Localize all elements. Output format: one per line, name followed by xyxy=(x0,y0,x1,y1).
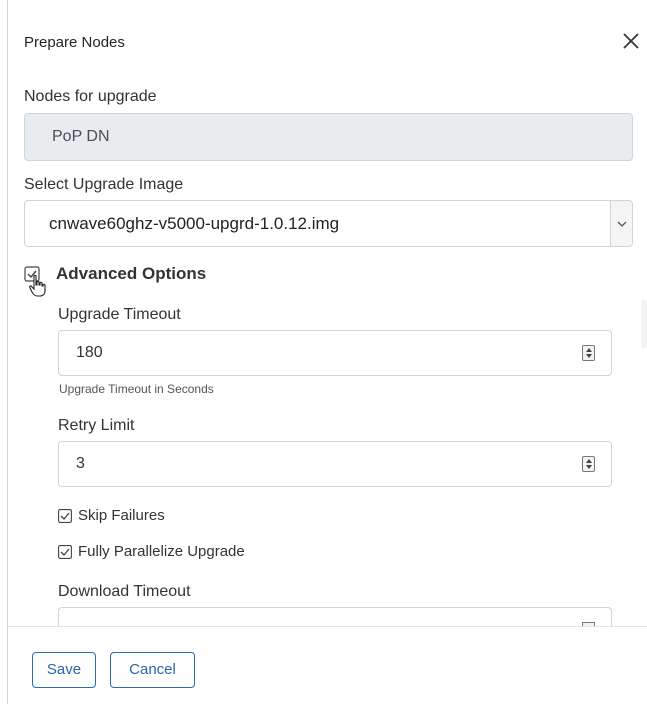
advanced-options-label: Advanced Options xyxy=(56,264,207,283)
cancel-button[interactable]: Cancel xyxy=(110,652,195,688)
modal-title: Prepare Nodes xyxy=(24,34,125,51)
scrollbar-track[interactable] xyxy=(641,300,647,348)
upgrade-timeout-label: Upgrade Timeout xyxy=(58,306,181,323)
chevron-down-icon xyxy=(617,221,627,227)
retry-limit-label: Retry Limit xyxy=(58,417,135,434)
upgrade-timeout-value: 180 xyxy=(76,344,103,361)
nodes-label: Nodes for upgrade xyxy=(24,88,157,105)
dropdown-arrow[interactable] xyxy=(610,201,632,246)
parallelize-checkbox[interactable] xyxy=(58,544,72,559)
skip-failures-checkbox[interactable] xyxy=(58,508,72,523)
upgrade-timeout-spinner[interactable] xyxy=(582,345,595,361)
upgrade-timeout-input[interactable]: 180 xyxy=(58,330,612,376)
upgrade-image-value: cnwave60ghz-v5000-upgrd-1.0.12.img xyxy=(49,214,340,233)
upgrade-image-select[interactable]: cnwave60ghz-v5000-upgrd-1.0.12.img xyxy=(24,200,633,247)
skip-failures-row[interactable]: Skip Failures xyxy=(58,507,165,524)
retry-limit-input[interactable]: 3 xyxy=(58,441,612,487)
image-select-label: Select Upgrade Image xyxy=(24,176,184,193)
nodes-field: PoP DN xyxy=(24,113,633,161)
modal-left-border xyxy=(7,0,8,704)
retry-limit-spinner[interactable] xyxy=(582,456,595,472)
skip-failures-label: Skip Failures xyxy=(78,507,165,524)
download-timeout-input[interactable]: 180 xyxy=(58,607,612,627)
parallelize-label: Fully Parallelize Upgrade xyxy=(78,543,245,560)
retry-limit-value: 3 xyxy=(76,455,85,472)
parallelize-row[interactable]: Fully Parallelize Upgrade xyxy=(58,543,245,560)
save-button[interactable]: Save xyxy=(32,652,96,688)
close-icon[interactable] xyxy=(620,30,642,52)
upgrade-timeout-help: Upgrade Timeout in Seconds xyxy=(59,382,214,396)
footer-divider xyxy=(8,626,647,627)
hand-cursor-icon xyxy=(29,274,46,297)
download-timeout-label: Download Timeout xyxy=(58,583,191,600)
